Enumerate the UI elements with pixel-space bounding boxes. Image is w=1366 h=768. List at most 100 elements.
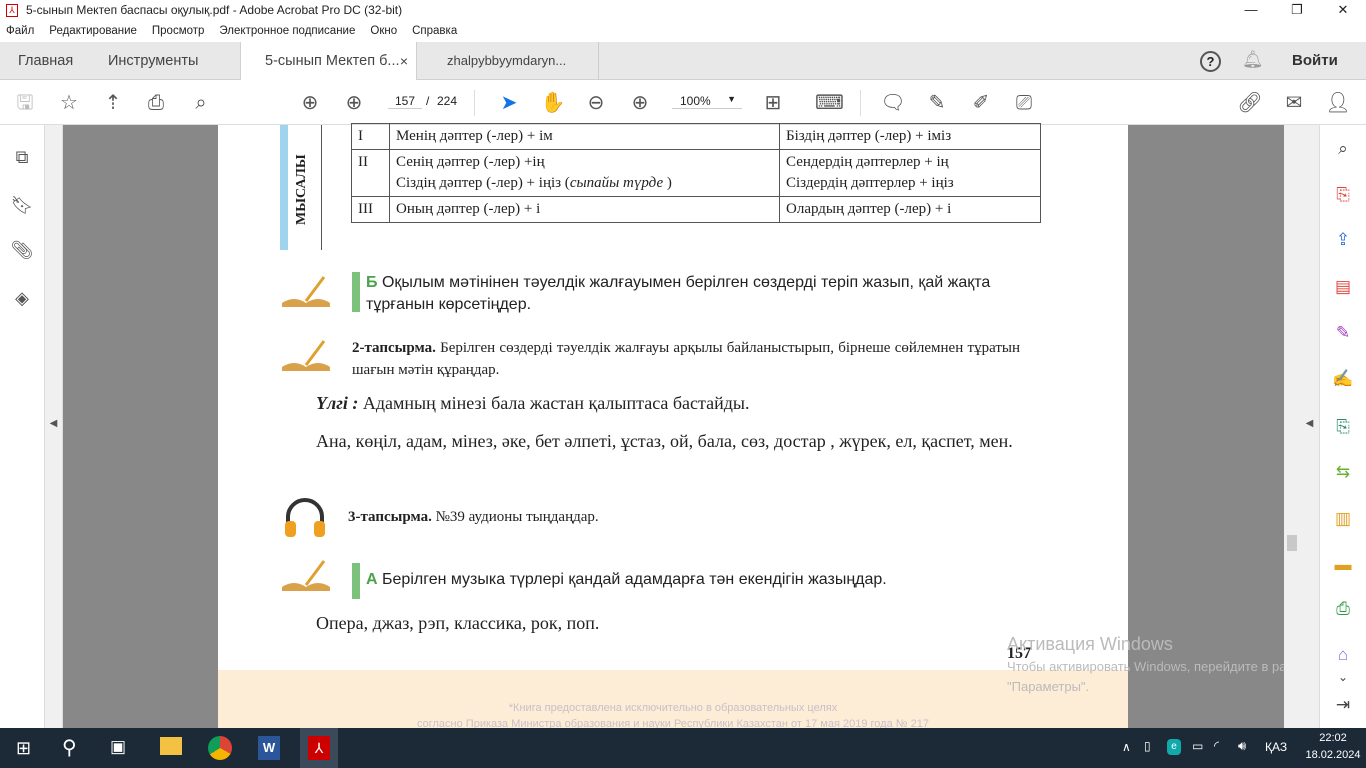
page-fit-icon[interactable]: ⊞	[760, 90, 786, 116]
export-pdf-icon[interactable]: ⇪	[1331, 228, 1355, 252]
text: Сіздің дәптер (-лер) + іңіз (	[396, 175, 570, 191]
bell-icon[interactable]: 🔔︎	[1242, 50, 1264, 70]
menu-view[interactable]: Просмотр	[152, 25, 205, 37]
cell: I	[351, 123, 390, 150]
activation-watermark-text: Чтобы активировать Windows, перейдите в …	[1007, 659, 1314, 694]
collapse-panel-icon[interactable]: ⇥	[1331, 693, 1355, 717]
task-letter: А	[366, 571, 378, 588]
maximize-button[interactable]: ❐	[1274, 0, 1320, 20]
layers-icon[interactable]: ◈	[10, 288, 34, 312]
acrobat-icon: ⅄	[308, 736, 330, 760]
zoom-in-icon[interactable]: ⊕	[627, 90, 653, 116]
stamp-icon[interactable]: ⎚	[1011, 90, 1037, 116]
pages-thumbnail-icon[interactable]: ⧉	[10, 147, 34, 171]
comment-tool-icon[interactable]: ▬	[1331, 553, 1355, 577]
battery-icon[interactable]: ▭	[1192, 739, 1203, 753]
fill-form-icon[interactable]: ▥	[1331, 507, 1355, 531]
highlight-icon[interactable]: ✎	[924, 90, 950, 116]
scroll-thumb[interactable]	[1287, 535, 1297, 551]
menu-help[interactable]: Справка	[412, 25, 457, 37]
print-production-icon[interactable]: ⎙	[1331, 597, 1355, 621]
tab-document-active[interactable]: 5-сынып Мектеп б... ×	[240, 42, 417, 81]
cell: II	[351, 149, 390, 197]
task-2-text: Берілген сөздерді тәуелдік жалғауы арқыл…	[352, 340, 1020, 378]
menu-edit[interactable]: Редактирование	[49, 25, 137, 37]
print-icon[interactable]: ⎙	[143, 90, 169, 116]
minimize-button[interactable]: —	[1228, 0, 1274, 20]
edit-pdf-icon[interactable]: ✎	[1331, 321, 1355, 345]
search-icon[interactable]: ⌕	[188, 90, 214, 116]
upload-cloud-icon[interactable]: ⇡	[100, 90, 126, 116]
task-3-text: №39 аудионы тыңдаңдар.	[435, 509, 599, 525]
tab-document-2[interactable]: zhalpybbyymdaryn...	[417, 42, 599, 80]
device-icon[interactable]: ▯	[1144, 739, 1151, 753]
page-number-input[interactable]: 157	[388, 94, 422, 109]
help-icon[interactable]: ?	[1200, 51, 1221, 72]
green-marker	[352, 563, 360, 599]
language-indicator[interactable]: ҚАЗ	[1265, 740, 1287, 754]
collapse-left-panel[interactable]: ◀	[45, 125, 63, 728]
task-view-icon[interactable]: ▣	[110, 737, 126, 757]
zoom-select[interactable]: 100% ▼	[672, 94, 742, 109]
clock-date[interactable]: 18.02.2024	[1300, 749, 1366, 761]
link-icon[interactable]: 🔗︎	[1237, 90, 1263, 116]
protect-icon[interactable]: ⌂	[1331, 643, 1355, 667]
chrome-icon[interactable]	[208, 736, 232, 760]
email-icon[interactable]: ✉	[1281, 90, 1307, 116]
prev-page-icon[interactable]: ⊕	[297, 90, 323, 116]
clock-time[interactable]: 22:02	[1308, 732, 1358, 744]
close-button[interactable]: ✕	[1320, 0, 1366, 20]
organize-pages-icon[interactable]: ▤	[1331, 275, 1355, 299]
cell: Оның дәптер (-лер) + і	[389, 196, 780, 223]
close-tab-icon[interactable]: ×	[400, 42, 408, 80]
fill-sign-icon[interactable]: ✍	[1331, 367, 1355, 391]
create-pdf-icon[interactable]: ⎘	[1331, 183, 1355, 207]
windows-start-icon[interactable]: ⊞	[16, 738, 31, 759]
expand-more-icon[interactable]: ⌄	[1331, 665, 1355, 689]
tab-home[interactable]: Главная	[18, 42, 73, 80]
comment-icon[interactable]: 🗨︎	[880, 90, 906, 116]
activation-watermark-title: Активация Windows	[1007, 634, 1173, 654]
send-review-icon[interactable]: ⎘	[1331, 415, 1355, 439]
volume-icon[interactable]: 🔊︎	[1238, 738, 1246, 754]
word-icon[interactable]: W	[258, 736, 280, 760]
attachment-icon[interactable]: 📎︎	[10, 240, 34, 264]
hand-tool-icon[interactable]: ✋	[540, 90, 566, 116]
tab-label: 5-сынып Мектеп б...	[265, 53, 400, 69]
zoom-out-icon[interactable]: ⊖	[583, 90, 609, 116]
acrobat-taskbar-button[interactable]: ⅄	[300, 728, 338, 768]
file-explorer-icon[interactable]	[160, 737, 182, 755]
next-page-icon[interactable]: ⊕	[341, 90, 367, 116]
menu-file[interactable]: Файл	[6, 25, 34, 37]
line: Сіздің дәптер (-лер) + іңіз (сыпайы түрд…	[396, 173, 773, 194]
side-bar-accent	[280, 125, 288, 250]
windows-taskbar: ⊞ ⚲ ▣ W ⅄ ∧ ▯ e ▭ ◜ 🔊︎ ҚАЗ 22:02 18.02.2…	[0, 728, 1366, 768]
music-list: Опера, джаз, рэп, классика, рок, поп.	[316, 613, 600, 633]
save-icon[interactable]: 🖫	[12, 90, 38, 116]
signin-button[interactable]: Войти	[1292, 52, 1338, 69]
menu-esign[interactable]: Электронное подписание	[219, 25, 355, 37]
select-cursor-icon[interactable]: ➤	[496, 90, 522, 116]
table-row: I Менің дәптер (-лер) + ім Біздің дәптер (…	[351, 123, 1041, 150]
search-icon[interactable]: ⚲	[62, 735, 77, 760]
sample-label: Үлгі :	[316, 393, 359, 413]
compare-icon[interactable]: ⇆	[1331, 460, 1355, 484]
page-total: 224	[437, 94, 458, 108]
cell: Біздің дәптер (-лер) + іміз	[779, 123, 1041, 150]
show-hidden-icons[interactable]: ∧	[1122, 740, 1131, 754]
wifi-icon[interactable]: ◜	[1214, 738, 1219, 754]
task-b-text: Оқылым мәтінінен тәуелдік жалғауымен бер…	[366, 274, 991, 313]
draw-icon[interactable]: ✐	[968, 90, 994, 116]
tab-tools[interactable]: Инструменты	[108, 42, 198, 80]
eset-icon[interactable]: e	[1167, 739, 1181, 755]
menu-window[interactable]: Окно	[370, 25, 397, 37]
zoom-search-icon[interactable]: ⌕	[1331, 137, 1355, 161]
bookmark-icon[interactable]: 🔖︎	[10, 195, 34, 219]
star-icon[interactable]: ☆	[56, 90, 82, 116]
collapse-right-panel[interactable]: ◀	[1300, 125, 1320, 728]
keyboard-icon[interactable]: ⌨	[815, 90, 844, 116]
task-label: 2-тапсырма.	[352, 340, 436, 356]
side-label: МЫСАЛЫ	[294, 154, 309, 225]
vertical-scrollbar[interactable]	[1284, 125, 1300, 728]
add-user-icon[interactable]: 👤︎	[1325, 90, 1351, 116]
